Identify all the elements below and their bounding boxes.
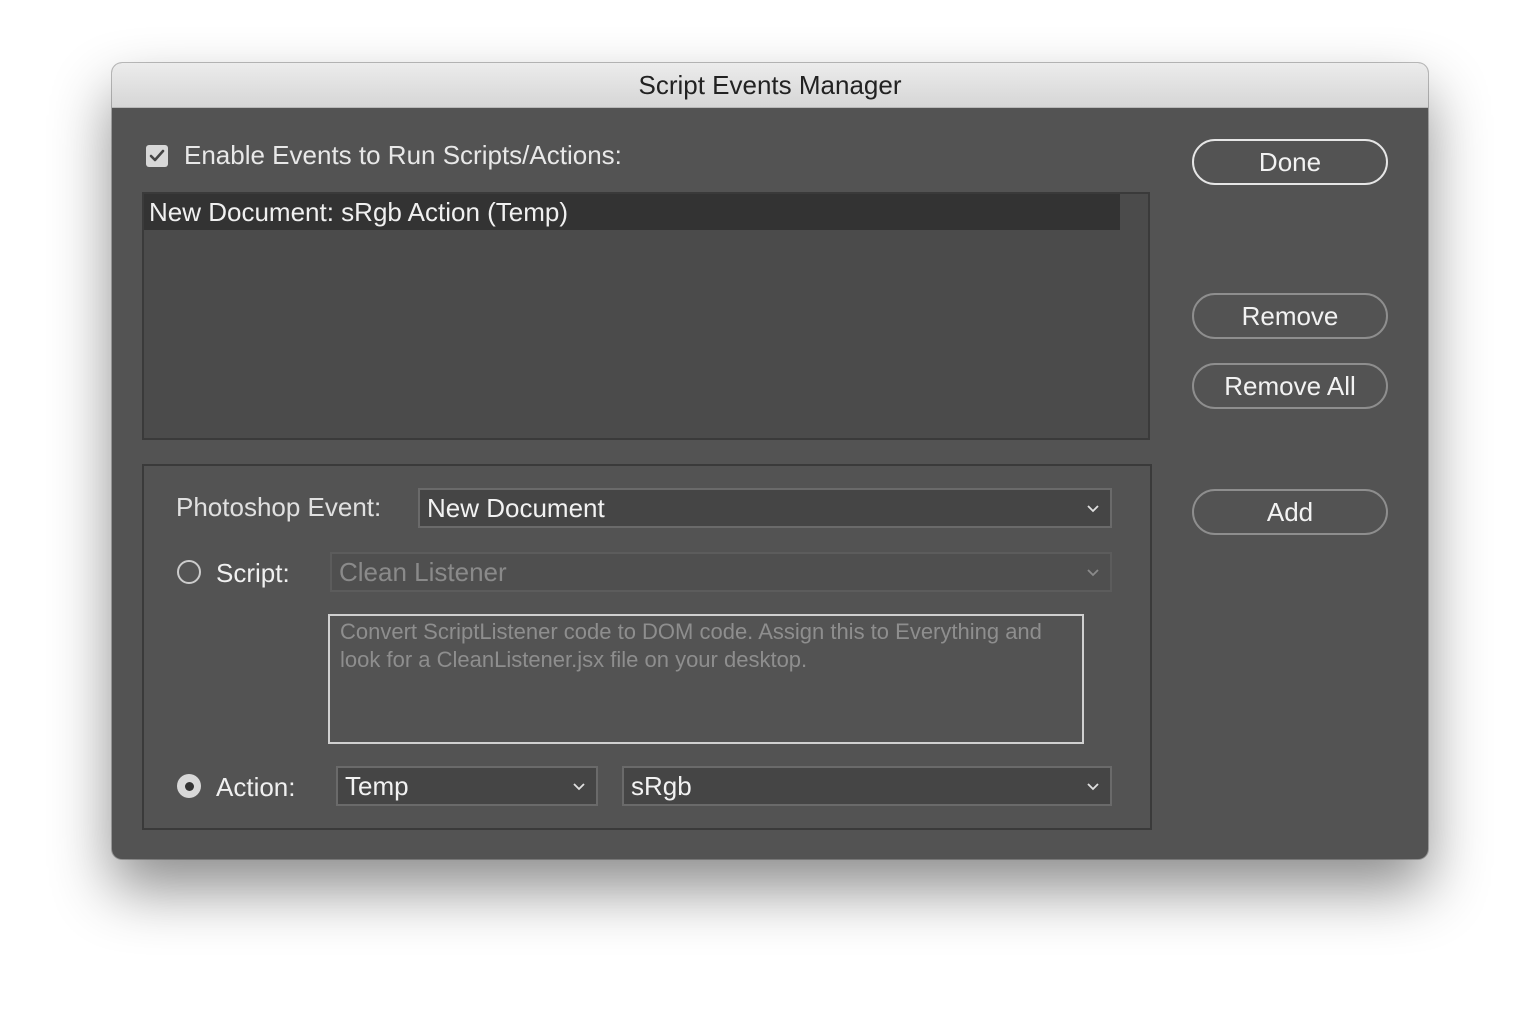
photoshop-event-value: New Document <box>427 492 605 523</box>
script-description: Convert ScriptListener code to DOM code.… <box>328 614 1084 744</box>
chevron-down-icon <box>1087 505 1099 513</box>
enable-events-row[interactable]: Enable Events to Run Scripts/Actions: <box>146 140 622 171</box>
script-value: Clean Listener <box>339 556 507 587</box>
photoshop-event-label: Photoshop Event: <box>176 492 382 522</box>
dialog-content: Enable Events to Run Scripts/Actions: Ne… <box>112 108 1428 859</box>
enable-events-checkbox[interactable] <box>146 144 168 167</box>
event-list[interactable]: New Document: sRgb Action (Temp) <box>142 192 1150 440</box>
photoshop-event-select[interactable]: New Document <box>418 488 1112 528</box>
event-list-item[interactable]: New Document: sRgb Action (Temp) <box>144 194 1120 230</box>
action-radio[interactable] <box>177 774 201 798</box>
chevron-down-icon <box>1087 569 1099 577</box>
done-button[interactable]: Done <box>1192 139 1388 185</box>
action-set-select[interactable]: Temp <box>336 766 598 806</box>
event-config-panel: Photoshop Event: New Document Script: Cl… <box>142 464 1152 830</box>
event-list-viewport: New Document: sRgb Action (Temp) <box>144 194 1121 411</box>
script-events-manager-dialog: Script Events Manager Enable Events to R… <box>112 63 1428 859</box>
script-radio[interactable] <box>177 560 201 584</box>
radio-selected-dot <box>184 781 194 791</box>
window-title: Script Events Manager <box>638 69 902 100</box>
remove-all-button[interactable]: Remove All <box>1192 363 1388 409</box>
action-set-value: Temp <box>345 770 409 801</box>
chevron-down-icon <box>1087 783 1099 791</box>
chevron-down-icon <box>573 783 585 791</box>
script-label: Script: <box>216 558 290 588</box>
remove-button[interactable]: Remove <box>1192 293 1388 339</box>
add-button[interactable]: Add <box>1192 489 1388 535</box>
event-list-item-label: New Document: sRgb Action (Temp) <box>149 196 569 227</box>
checkmark-icon <box>149 149 165 161</box>
action-select[interactable]: sRgb <box>622 766 1112 806</box>
enable-events-label: Enable Events to Run Scripts/Actions: <box>184 140 622 170</box>
action-value: sRgb <box>631 770 692 801</box>
script-select[interactable]: Clean Listener <box>330 552 1112 592</box>
title-bar[interactable]: Script Events Manager <box>112 63 1428 108</box>
action-label: Action: <box>216 772 296 802</box>
